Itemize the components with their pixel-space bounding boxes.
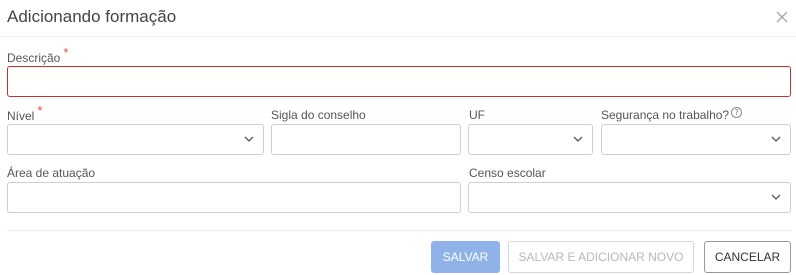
seguranca-label-text: Segurança no trabalho?: [601, 108, 730, 122]
chevron-down-icon: [244, 136, 254, 142]
descricao-label: Descrição *: [7, 45, 68, 65]
save-and-add-new-button[interactable]: SALVAR E ADICIONAR NOVO: [508, 241, 694, 273]
nivel-select[interactable]: [7, 124, 264, 155]
seguranca-label: Segurança no trabalho??: [601, 107, 743, 122]
area-atuacao-input[interactable]: [8, 183, 460, 212]
area-atuacao-label: Área de atuação: [7, 166, 96, 180]
sigla-conselho-field[interactable]: [271, 124, 461, 155]
save-button[interactable]: SALVAR: [431, 241, 500, 273]
chevron-down-icon: [573, 136, 583, 142]
required-mark: *: [37, 103, 43, 118]
nivel-label-text: Nível: [7, 109, 35, 123]
sigla-conselho-input[interactable]: [272, 125, 460, 154]
censo-escolar-select[interactable]: [468, 182, 791, 213]
nivel-label: Nível *: [7, 103, 42, 123]
descricao-input[interactable]: [8, 67, 790, 96]
seguranca-select[interactable]: [601, 124, 791, 155]
area-atuacao-field[interactable]: [7, 182, 461, 213]
uf-select[interactable]: [468, 124, 593, 155]
descricao-label-text: Descrição: [7, 51, 61, 65]
dialog-title: Adicionando formação: [7, 7, 177, 26]
help-icon[interactable]: ?: [731, 107, 743, 118]
descricao-field[interactable]: [7, 66, 791, 97]
censo-escolar-label: Censo escolar: [469, 166, 546, 180]
uf-label: UF: [469, 108, 485, 122]
chevron-down-icon: [771, 194, 781, 200]
sigla-conselho-label: Sigla do conselho: [271, 108, 366, 122]
dialog-header: Adicionando formação: [0, 0, 796, 37]
required-mark: *: [63, 45, 69, 60]
chevron-down-icon: [771, 136, 781, 142]
close-icon[interactable]: [775, 10, 789, 24]
cancel-button[interactable]: CANCELAR: [704, 241, 791, 273]
footer-divider: [7, 230, 791, 231]
